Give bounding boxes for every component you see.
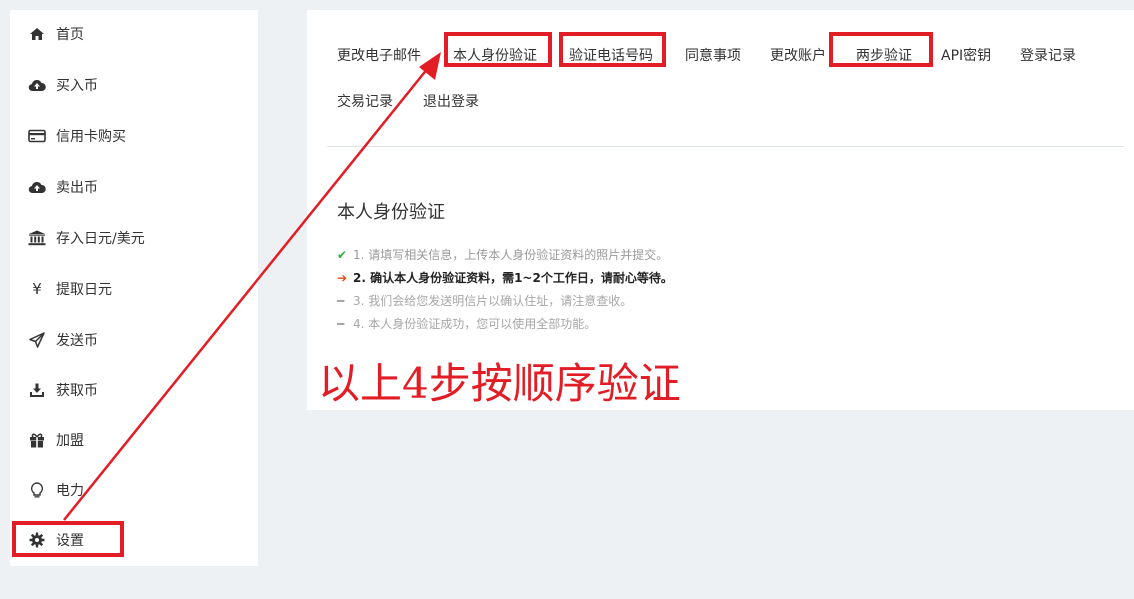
sidebar-item-label: 信用卡购买 (56, 129, 126, 145)
step-item: ➔ 2. 确认本人身份验证资料，需1~2个工作日，请耐心等待。 (337, 266, 673, 289)
step-item: ✔ 1. 请填写相关信息，上传本人身份验证资料的照片并提交。 (337, 243, 673, 266)
tab-logout[interactable]: 退出登录 (423, 91, 479, 111)
verification-steps: ✔ 1. 请填写相关信息，上传本人身份验证资料的照片并提交。 ➔ 2. 确认本人… (337, 243, 673, 335)
sidebar-item-affiliate[interactable]: 加盟 (26, 427, 84, 453)
tab-login-history[interactable]: 登录记录 (1020, 45, 1076, 65)
sidebar-item-electricity[interactable]: 电力 (26, 477, 84, 503)
phone-tab-highlight-box (559, 32, 666, 67)
home-icon (26, 27, 48, 41)
step-item: ━ 4. 本人身份验证成功，您可以使用全部功能。 (337, 312, 673, 335)
sidebar-item-credit-card-purchase[interactable]: 信用卡购买 (26, 123, 126, 149)
credit-card-icon (26, 129, 48, 143)
tab-api-key[interactable]: API密钥 (941, 45, 991, 65)
sidebar-item-withdraw-jpy[interactable]: ¥ 提取日元 (26, 276, 112, 302)
sidebar-item-label: 电力 (56, 483, 84, 499)
cloud-upload-icon (26, 79, 48, 92)
dash-icon: ━ (337, 316, 345, 331)
page-title: 本人身份验证 (337, 202, 445, 223)
sidebar-item-label: 存入日元/美元 (56, 231, 145, 247)
step-text: 4. 本人身份验证成功，您可以使用全部功能。 (353, 317, 597, 331)
gift-icon (26, 432, 48, 448)
two-step-tab-highlight-box (829, 32, 933, 67)
sidebar-item-sell-coin[interactable]: 卖出币 (26, 174, 98, 200)
sidebar-item-deposit[interactable]: 存入日元/美元 (26, 225, 145, 251)
identity-tab-highlight-box (444, 32, 552, 67)
dash-icon: ━ (337, 293, 345, 308)
divider (327, 146, 1124, 147)
bank-icon (26, 230, 48, 246)
sidebar-item-receive-coin[interactable]: 获取币 (26, 377, 98, 403)
tab-change-account[interactable]: 更改账户 (770, 45, 826, 65)
tab-agreements[interactable]: 同意事项 (685, 45, 741, 65)
settings-panel: 更改电子邮件 本人身份验证 验证电话号码 同意事项 更改账户 两步验证 API密… (307, 10, 1134, 410)
sidebar-item-buy-coin[interactable]: 买入币 (26, 72, 98, 98)
sidebar-item-label: 获取币 (56, 383, 98, 399)
yen-icon: ¥ (32, 280, 42, 298)
step-item: ━ 3. 我们会给您发送明信片以确认住址，请注意查收。 (337, 289, 673, 312)
cloud-upload-icon (26, 181, 48, 194)
check-icon: ✔ (337, 247, 348, 262)
step-text: 3. 我们会给您发送明信片以确认住址，请注意查收。 (353, 294, 633, 308)
arrow-right-icon: ➔ (337, 270, 348, 285)
sidebar-item-label: 买入币 (56, 78, 98, 94)
tab-change-email[interactable]: 更改电子邮件 (337, 45, 421, 65)
step-text: 1. 请填写相关信息，上传本人身份验证资料的照片并提交。 (353, 248, 669, 262)
tab-transaction-history[interactable]: 交易记录 (337, 91, 393, 111)
annotation-text: 以上4步按顺序验证 (318, 359, 681, 408)
sidebar-item-label: 发送币 (56, 333, 98, 349)
settings-highlight-box (12, 521, 124, 557)
sidebar-item-label: 首页 (56, 27, 84, 43)
send-icon (26, 332, 48, 348)
sidebar-item-send-coin[interactable]: 发送币 (26, 327, 98, 353)
sidebar-item-label: 卖出币 (56, 180, 98, 196)
sidebar: 首页 买入币 信用卡购买 卖出币 存入日元/美元 ¥ 提取日元 发送币 获取币 … (10, 10, 258, 566)
sidebar-item-label: 提取日元 (56, 282, 112, 298)
step-text: 2. 确认本人身份验证资料，需1~2个工作日，请耐心等待。 (353, 271, 673, 285)
download-icon (26, 383, 48, 398)
sidebar-item-label: 加盟 (56, 433, 84, 449)
sidebar-item-home[interactable]: 首页 (26, 21, 84, 47)
lightbulb-icon (26, 481, 48, 499)
